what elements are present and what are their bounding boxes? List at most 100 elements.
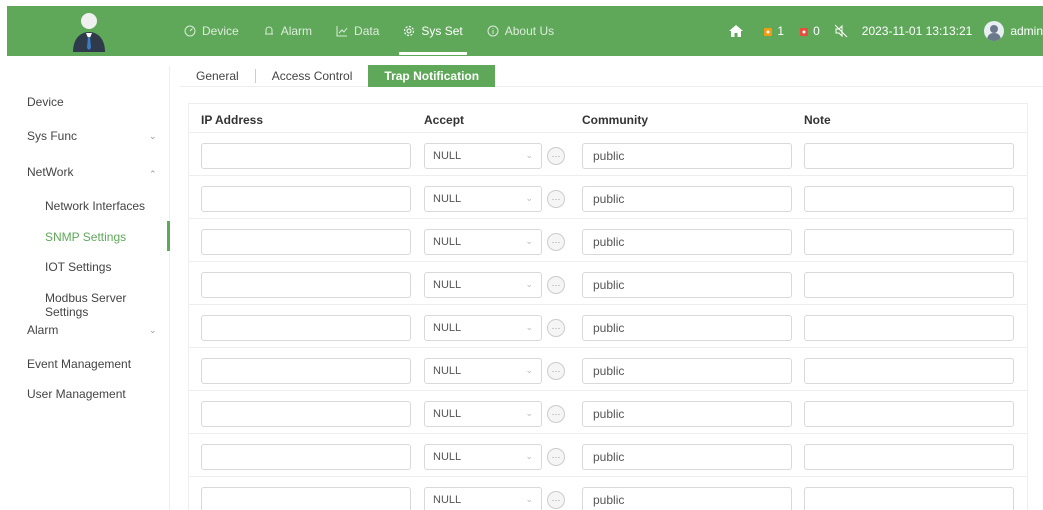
nav-sys-set[interactable]: Sys Set (391, 6, 474, 56)
header-status: 1 0 2023-11-01 13:13:21 admin (728, 6, 1043, 56)
community-input[interactable]: public (582, 444, 792, 470)
tab-access-control[interactable]: Access Control (256, 65, 369, 87)
community-input[interactable]: public (582, 315, 792, 341)
tab-bar: General Access Control Trap Notification (180, 64, 1043, 87)
sidebar-item-event-management[interactable]: Event Management (27, 357, 131, 371)
note-input[interactable] (804, 487, 1014, 510)
chevron-down-icon: ⌄ (525, 236, 533, 246)
accept-select[interactable]: NULL ⌄ (424, 186, 542, 212)
note-input[interactable] (804, 186, 1014, 212)
more-options-button[interactable]: ··· (547, 190, 565, 208)
nav-about-us[interactable]: About Us (475, 6, 566, 56)
alarm-critical-count: 0 (813, 24, 820, 38)
table-row: NULL ⌄ ··· public (189, 433, 1027, 476)
community-input[interactable]: public (582, 358, 792, 384)
accept-select[interactable]: NULL ⌄ (424, 444, 542, 470)
accept-select[interactable]: NULL ⌄ (424, 315, 542, 341)
chevron-down-icon: ⌄ (525, 193, 533, 203)
table-row: NULL ⌄ ··· public (189, 132, 1027, 175)
note-input[interactable] (804, 401, 1014, 427)
sidebar-item-user-management[interactable]: User Management (27, 387, 126, 401)
sidebar-item-modbus-server-settings[interactable]: Modbus Server Settings (45, 291, 169, 319)
chevron-down-icon: ⌄ (525, 408, 533, 418)
ip-address-input[interactable] (201, 444, 411, 470)
chevron-down-icon: ⌄ (525, 150, 533, 160)
sidebar-item-device[interactable]: Device (27, 95, 64, 109)
ip-address-input[interactable] (201, 401, 411, 427)
sidebar-item-network-interfaces[interactable]: Network Interfaces (45, 199, 145, 213)
ip-address-input[interactable] (201, 186, 411, 212)
sidebar-item-network[interactable]: NetWork (27, 165, 73, 179)
chevron-down-icon: ⌄ (525, 279, 533, 289)
more-options-button[interactable]: ··· (547, 319, 565, 337)
accept-select[interactable]: NULL ⌄ (424, 272, 542, 298)
note-input[interactable] (804, 272, 1014, 298)
nav-sys-set-label: Sys Set (421, 24, 463, 38)
accept-select[interactable]: NULL ⌄ (424, 229, 542, 255)
chevron-down-icon: ⌄ (525, 494, 533, 504)
avatar[interactable] (984, 21, 1005, 41)
community-input[interactable]: public (582, 229, 792, 255)
sidebar-item-alarm[interactable]: Alarm (27, 323, 58, 337)
alarm-critical[interactable]: 0 (798, 24, 820, 38)
tab-general[interactable]: General (180, 65, 255, 87)
mute-button[interactable] (834, 24, 848, 38)
table-row: NULL ⌄ ··· public (189, 347, 1027, 390)
accept-select[interactable]: NULL ⌄ (424, 358, 542, 384)
ip-address-input[interactable] (201, 487, 411, 510)
accept-value: NULL (433, 451, 462, 463)
tab-trap-notification[interactable]: Trap Notification (368, 64, 496, 87)
community-input[interactable]: public (582, 487, 792, 510)
chevron-down-icon: ⌄ (525, 365, 533, 375)
accept-value: NULL (433, 322, 462, 334)
ip-address-input[interactable] (201, 143, 411, 169)
note-input[interactable] (804, 143, 1014, 169)
accept-value: NULL (433, 494, 462, 506)
more-options-button[interactable]: ··· (547, 405, 565, 423)
nav-data-label: Data (354, 24, 380, 38)
more-options-button[interactable]: ··· (547, 448, 565, 466)
user-logo-icon (73, 13, 105, 52)
accept-value: NULL (433, 193, 462, 205)
ip-address-input[interactable] (201, 272, 411, 298)
more-options-button[interactable]: ··· (547, 276, 565, 294)
gauge-icon (184, 25, 196, 37)
username[interactable]: admin (1010, 24, 1043, 38)
sidebar-item-iot-settings[interactable]: IOT Settings (45, 260, 111, 274)
ip-address-input[interactable] (201, 315, 411, 341)
accept-select[interactable]: NULL ⌄ (424, 401, 542, 427)
community-input[interactable]: public (582, 401, 792, 427)
more-options-button[interactable]: ··· (547, 362, 565, 380)
more-options-button[interactable]: ··· (547, 491, 565, 509)
ip-address-input[interactable] (201, 229, 411, 255)
more-options-button[interactable]: ··· (547, 147, 565, 165)
accept-select[interactable]: NULL ⌄ (424, 143, 542, 169)
note-input[interactable] (804, 229, 1014, 255)
table-row: NULL ⌄ ··· public (189, 304, 1027, 347)
home-icon (729, 25, 744, 37)
sidebar-item-sys-func[interactable]: Sys Func (27, 129, 77, 143)
nav-data[interactable]: Data (324, 6, 391, 56)
community-input[interactable]: public (582, 186, 792, 212)
community-input[interactable]: public (582, 143, 792, 169)
community-input[interactable]: public (582, 272, 792, 298)
accept-select[interactable]: NULL ⌄ (424, 487, 542, 510)
sidebar-item-snmp-settings[interactable]: SNMP Settings (45, 230, 126, 244)
more-options-button[interactable]: ··· (547, 233, 565, 251)
nav-about-us-label: About Us (504, 24, 555, 38)
note-input[interactable] (804, 444, 1014, 470)
column-header-community: Community (582, 113, 648, 127)
alarm-major[interactable]: 1 (762, 24, 784, 38)
table-row: NULL ⌄ ··· public (189, 390, 1027, 433)
nav-alarm[interactable]: Alarm (251, 6, 324, 56)
top-header: Device Alarm Data Sys Set About Us 1 0 2… (7, 6, 1043, 56)
chevron-down-icon: ⌄ (525, 451, 533, 461)
nav-device[interactable]: Device (172, 6, 251, 56)
note-input[interactable] (804, 315, 1014, 341)
note-input[interactable] (804, 358, 1014, 384)
ip-address-input[interactable] (201, 358, 411, 384)
active-indicator (167, 221, 170, 251)
home-button[interactable] (728, 24, 744, 38)
accept-value: NULL (433, 150, 462, 162)
user-avatar-icon (987, 25, 1002, 41)
